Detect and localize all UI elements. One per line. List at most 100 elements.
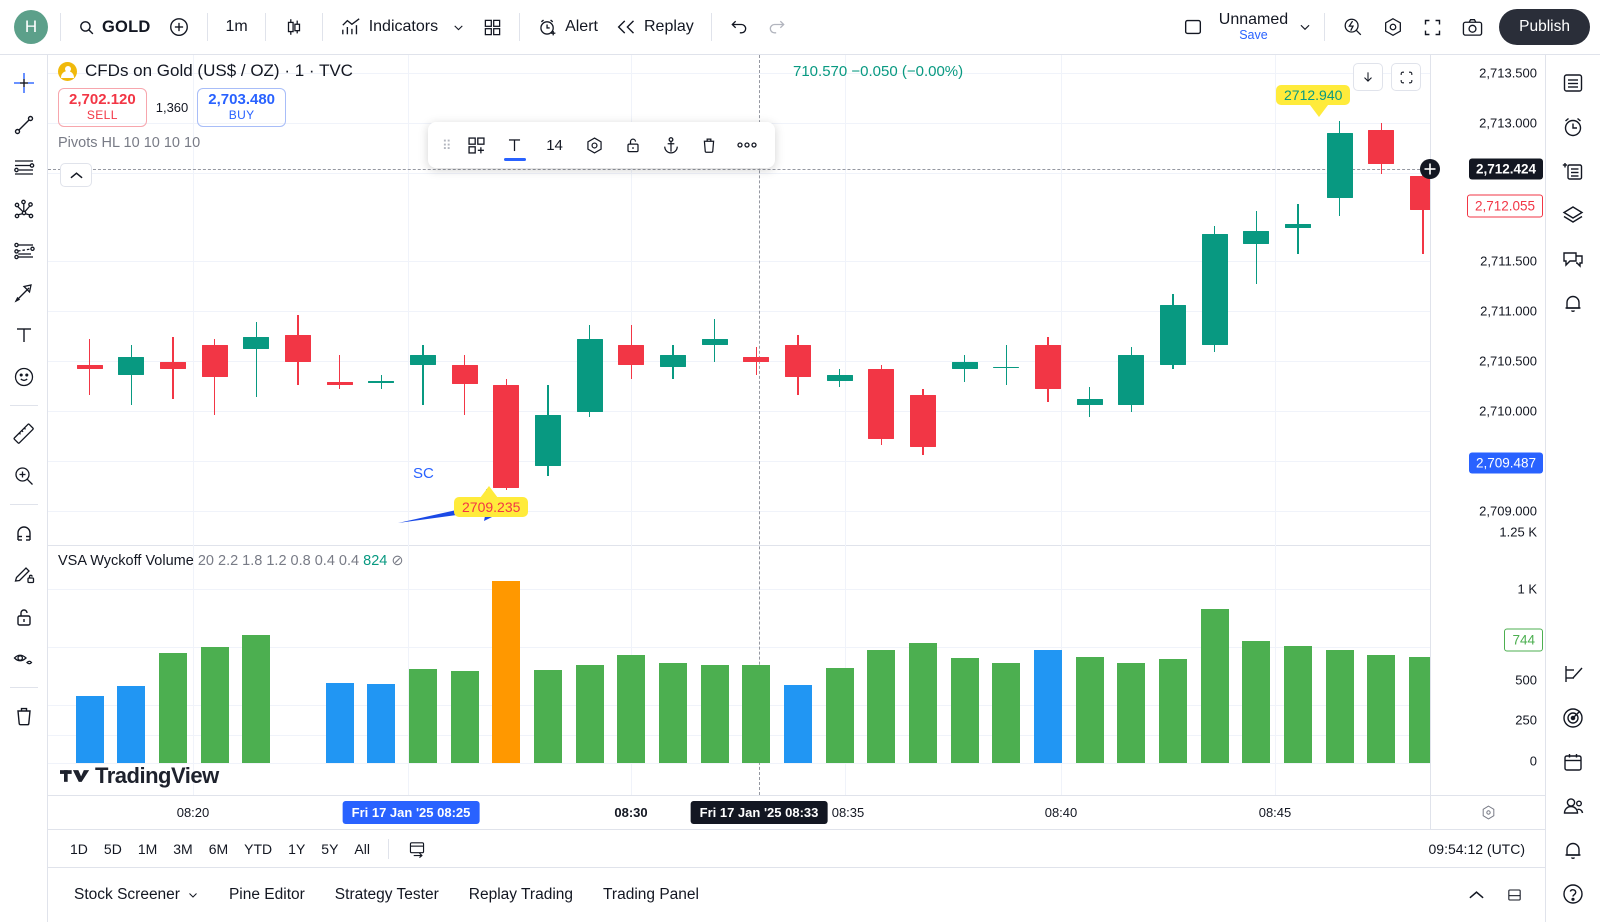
fib-retracement-tool[interactable] [4,231,44,271]
time-axis-settings[interactable] [1430,796,1545,829]
ideas-button[interactable] [1553,698,1593,738]
indicators-button[interactable]: Indicators [331,9,474,45]
bottom-tab-stock-screener[interactable]: Stock Screener [62,879,211,911]
range-ytd[interactable]: YTD [236,837,280,861]
range-5y[interactable]: 5Y [313,837,346,861]
lock-drawings-tool[interactable] [4,597,44,637]
alerts-panel-button[interactable] [1553,107,1593,147]
chart-area[interactable]: SC 2709.235 2712.940 CFDs on Gold (US$ /… [48,55,1545,795]
interval-button[interactable]: 1m [216,9,256,45]
snapshot-button[interactable] [1452,9,1493,45]
volume-bar[interactable] [117,686,146,763]
drag-dots-icon[interactable]: ⠿ [438,139,457,152]
volume-bar[interactable] [784,685,812,763]
news-button[interactable] [1553,151,1593,191]
volume-bar[interactable] [450,671,479,763]
delete-drawing-button[interactable] [691,127,727,163]
volume-bar[interactable] [159,653,187,763]
alerts-bell-button[interactable] [1553,830,1593,870]
hide-drawings-tool[interactable] [4,639,44,679]
range-1y[interactable]: 1Y [280,837,313,861]
bottom-tab-strategy-tester[interactable]: Strategy Tester [323,879,451,911]
drawing-properties-toolbar[interactable]: ⠿ 14 [428,122,775,168]
collapse-panel-button[interactable] [1459,879,1493,911]
volume-bar[interactable] [1034,649,1062,763]
legend-title-row[interactable]: CFDs on Gold (US$ / OZ) · 1 · TVC [58,61,353,81]
remove-drawings-tool[interactable] [4,696,44,736]
volume-bar[interactable] [1075,656,1104,763]
undo-button[interactable] [720,9,758,45]
volume-bar[interactable] [992,663,1021,763]
layout-select-button[interactable] [1173,9,1213,45]
measure-tool[interactable] [4,414,44,454]
volume-bar[interactable] [909,642,937,763]
add-template-button[interactable] [459,127,495,163]
zoom-in-tool[interactable] [4,456,44,496]
volume-bar[interactable] [575,664,604,763]
pitchfork-tool[interactable] [4,189,44,229]
sell-button[interactable]: 2,702.120 SELL [58,88,147,128]
chart-settings-button[interactable] [1373,9,1413,45]
volume-bar[interactable] [659,663,687,763]
user-avatar-button[interactable]: H [10,9,52,45]
volume-bar[interactable] [742,664,771,763]
volume-bar[interactable] [950,657,979,763]
volume-bar[interactable] [617,654,646,763]
range-1m[interactable]: 1M [130,837,165,861]
sc-annotation-label[interactable]: SC [413,465,434,482]
crosshair-plus-icon[interactable] [1419,158,1441,180]
volume-bar[interactable] [1325,650,1354,763]
range-1d[interactable]: 1D [62,837,96,861]
chart-type-button[interactable] [274,9,314,45]
low-price-callout[interactable]: 2709.235 [454,497,529,517]
volume-bar[interactable] [409,669,437,763]
volume-bar[interactable] [1242,640,1271,763]
time-axis[interactable]: 08:20 Fri 17 Jan '25 08:25 08:30 08:35 F… [48,795,1545,829]
emoji-tool[interactable] [4,357,44,397]
help-button[interactable] [1553,874,1593,914]
bottom-tab-trading-panel[interactable]: Trading Panel [591,879,711,911]
maximize-panel-button[interactable] [1497,879,1531,911]
trend-line-tool[interactable] [4,105,44,145]
layout-menu-button[interactable] [1294,9,1316,45]
cross-cursor-tool[interactable] [4,63,44,103]
volume-bar[interactable] [325,683,354,763]
replay-button[interactable]: Replay [607,9,703,45]
add-symbol-button[interactable] [159,9,199,45]
calendar-button[interactable] [1553,742,1593,782]
bottom-tab-pine-editor[interactable]: Pine Editor [217,879,317,911]
watchlist-button[interactable] [1553,63,1593,103]
notifications-button[interactable] [1553,283,1593,323]
volume-bar[interactable] [75,696,104,763]
volume-bar[interactable] [534,670,562,763]
indicator-templates-button[interactable] [474,9,511,45]
volume-bar[interactable] [1367,654,1396,763]
range-3m[interactable]: 3M [165,837,200,861]
high-price-callout[interactable]: 2712.940 [1276,85,1351,105]
anchor-button[interactable] [653,127,689,163]
chevron-down-icon[interactable] [187,889,199,901]
range-5d[interactable]: 5D [96,837,130,861]
alert-button[interactable]: Alert [528,9,607,45]
buy-button[interactable]: 2,703.480 BUY [197,88,287,128]
chat-button[interactable] [1553,239,1593,279]
layout-name-button[interactable]: Unnamed Save [1213,11,1294,42]
drawing-mode-tool[interactable] [4,555,44,595]
fullscreen-button[interactable] [1413,9,1452,45]
pivots-indicator-legend[interactable]: Pivots HL 10 10 10 10 [58,135,353,151]
layers-button[interactable] [1553,195,1593,235]
volume-bar[interactable] [700,664,729,763]
symbol-search-button[interactable]: GOLD [69,9,159,45]
range-all[interactable]: All [346,837,378,861]
auto-fit-button[interactable] [1391,63,1421,91]
quick-search-button[interactable] [1333,9,1373,45]
scroll-to-realtime-button[interactable] [1353,63,1383,91]
people-button[interactable] [1553,786,1593,826]
volume-bar[interactable] [1117,662,1146,763]
save-label[interactable]: Save [1239,28,1268,42]
goto-date-button[interactable] [399,836,435,862]
volume-bar[interactable] [200,646,229,763]
text-color-button[interactable] [497,127,533,163]
chevron-down-icon[interactable] [452,21,465,34]
magnet-tool[interactable] [4,513,44,553]
